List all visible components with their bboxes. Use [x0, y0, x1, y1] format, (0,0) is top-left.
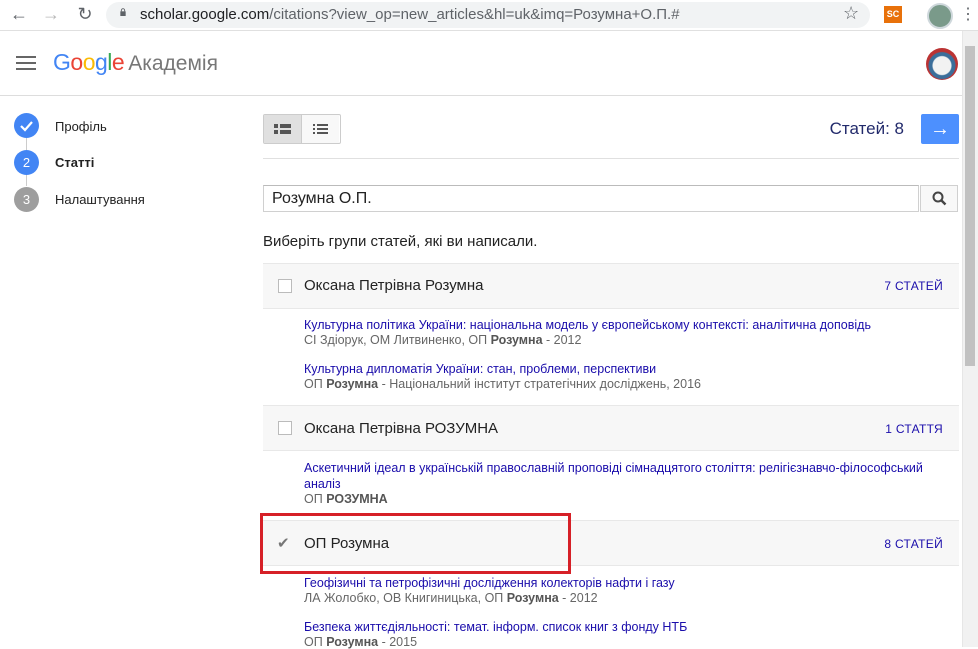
extension-icon[interactable]: SC [884, 6, 902, 23]
authors-text: ОП [304, 492, 327, 506]
article-authors: ОП РОЗУМНА [304, 492, 388, 506]
step-articles-number[interactable]: 2 [14, 150, 39, 175]
hamburger-menu-icon[interactable] [16, 56, 36, 70]
grouped-view-button[interactable] [264, 115, 302, 143]
search-button[interactable] [920, 185, 958, 212]
lock-icon [120, 8, 126, 16]
article-authors: ОП Розумна - Національний інститут страт… [304, 377, 701, 391]
article-title-link[interactable]: Культурна дипломатія України: стан, проб… [304, 361, 944, 377]
account-avatar[interactable] [926, 48, 958, 80]
authors-text: СІ Здіорук, ОМ Литвиненко, ОП [304, 333, 491, 347]
reload-icon[interactable]: ↻ [74, 3, 96, 25]
instruction-text: Виберіть групи статей, які ви написали. [263, 233, 538, 250]
step-profile-label[interactable]: Профіль [55, 119, 107, 134]
group-checkbox[interactable] [278, 279, 292, 293]
article-title-link[interactable]: Геофізичні та петрофізичні дослідження к… [304, 575, 944, 591]
authors-source: - Національний інститут стратегічних дос… [378, 377, 701, 391]
list-view-button[interactable] [302, 115, 339, 143]
url-host: scholar.google.com [140, 6, 270, 23]
product-name: Академія [128, 52, 218, 75]
group-count[interactable]: 8 СТАТЕЙ [800, 537, 943, 551]
article-authors: ЛА Жолобко, ОВ Книгиницька, ОП Розумна -… [304, 591, 598, 605]
url-text[interactable]: scholar.google.com/citations?view_op=new… [140, 6, 680, 23]
articles-count: Статей: 8 [829, 119, 904, 138]
group-count[interactable]: 7 СТАТЕЙ [800, 279, 943, 293]
back-icon[interactable]: ← [8, 3, 30, 25]
step-articles-label[interactable]: Статті [55, 155, 94, 170]
bookmark-star-icon[interactable]: ☆ [843, 3, 859, 24]
article-authors: СІ Здіорук, ОМ Литвиненко, ОП Розумна - … [304, 333, 581, 347]
authors-source: - 2012 [542, 333, 582, 347]
authors-text: ЛА Жолобко, ОВ Книгиницька, ОП [304, 591, 507, 605]
step-connector [26, 138, 27, 150]
group-name[interactable]: Оксана Петрівна Розумна [304, 277, 483, 294]
scholar-logo[interactable]: Google Академія [53, 49, 218, 76]
grouped-list-icon [274, 124, 291, 134]
author-highlight: Розумна [506, 591, 559, 605]
step-connector [26, 174, 27, 186]
article-title-link[interactable]: Культурна політика України: національна … [304, 317, 944, 333]
checkmark-icon [20, 121, 33, 132]
browser-menu-icon[interactable]: ⋮ [960, 4, 976, 24]
group-count[interactable]: 1 СТАТТЯ [800, 422, 943, 436]
search-input[interactable] [263, 185, 919, 212]
forward-icon[interactable]: → [40, 3, 62, 25]
highlight-annotation [260, 513, 571, 574]
author-highlight: Розумна [490, 333, 543, 347]
authors-text: ОП [304, 377, 327, 391]
article-title-link[interactable]: Аскетичний ідеал в українській православ… [304, 460, 944, 492]
group-name[interactable]: Оксана Петрівна РОЗУМНА [304, 420, 498, 437]
author-highlight: РОЗУМНА [326, 492, 388, 506]
group-checkbox[interactable] [278, 421, 292, 435]
next-button[interactable]: → [921, 114, 959, 144]
google-wordmark: Google [53, 49, 125, 75]
authors-source: - 2012 [558, 591, 598, 605]
list-icon [313, 124, 328, 134]
url-path: /citations?view_op=new_articles&hl=uk&im… [269, 6, 680, 23]
divider [263, 158, 959, 159]
browser-profile-avatar[interactable] [927, 3, 953, 29]
author-highlight: Розумна [326, 377, 379, 391]
scrollbar-thumb[interactable] [965, 46, 975, 366]
search-icon [932, 191, 947, 206]
article-title-link[interactable]: Безпека життєдіяльності: темат. інформ. … [304, 619, 944, 635]
step-profile-done-icon[interactable] [14, 113, 39, 138]
step-settings-label[interactable]: Налаштування [55, 192, 145, 207]
step-settings-number[interactable]: 3 [14, 187, 39, 212]
